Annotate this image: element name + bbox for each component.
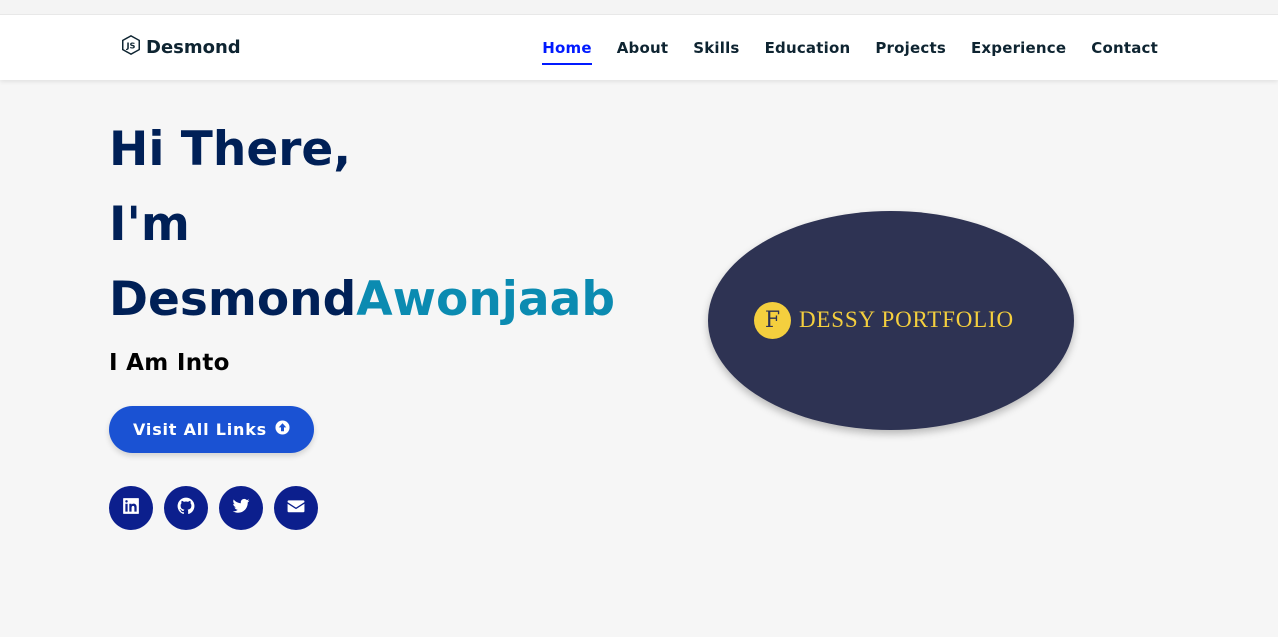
linkedin-link[interactable] xyxy=(109,486,153,530)
email-link[interactable] xyxy=(274,486,318,530)
github-icon xyxy=(177,497,195,519)
nav-contact-link[interactable]: Contact xyxy=(1091,35,1158,61)
social-links xyxy=(109,486,318,530)
nav-projects-link[interactable]: Projects xyxy=(875,35,946,61)
logo-f-badge: F xyxy=(754,302,791,339)
nav-menu: Home About Skills Education Projects Exp… xyxy=(542,15,1158,80)
brand-logo-link[interactable]: JS Desmond xyxy=(120,34,241,61)
twitter-icon xyxy=(232,497,250,519)
navbar: JS Desmond Home About Skills Education P… xyxy=(0,15,1278,80)
hero-last-name: Awonjaab xyxy=(356,272,615,327)
node-js-icon: JS xyxy=(120,34,142,61)
brand-name: Desmond xyxy=(146,36,241,58)
nav-experience-link[interactable]: Experience xyxy=(971,35,1066,61)
hero-greeting: Hi There, xyxy=(109,122,352,177)
browser-top-strip xyxy=(0,0,1278,15)
svg-text:JS: JS xyxy=(125,40,135,50)
hero-subtitle: I Am Into xyxy=(109,350,230,376)
nav-education-link[interactable]: Education xyxy=(765,35,851,61)
hero-heading: Hi There, I'm DesmondAwonjaab xyxy=(109,112,669,337)
arrow-circle-up-icon xyxy=(275,420,290,439)
linkedin-icon xyxy=(122,497,140,519)
hero-im: I'm xyxy=(109,197,190,252)
hero-first-name: Desmond xyxy=(109,272,357,327)
twitter-link[interactable] xyxy=(219,486,263,530)
visit-all-links-button[interactable]: Visit All Links xyxy=(109,406,314,453)
github-link[interactable] xyxy=(164,486,208,530)
cta-label: Visit All Links xyxy=(133,420,267,439)
nav-about-link[interactable]: About xyxy=(617,35,669,61)
nav-skills-link[interactable]: Skills xyxy=(693,35,739,61)
logo-text: DESSY PORTFOLIO xyxy=(799,307,1014,332)
nav-home-link[interactable]: Home xyxy=(542,35,593,65)
envelope-icon xyxy=(287,497,305,519)
hero-name: DesmondAwonjaab xyxy=(109,262,669,337)
